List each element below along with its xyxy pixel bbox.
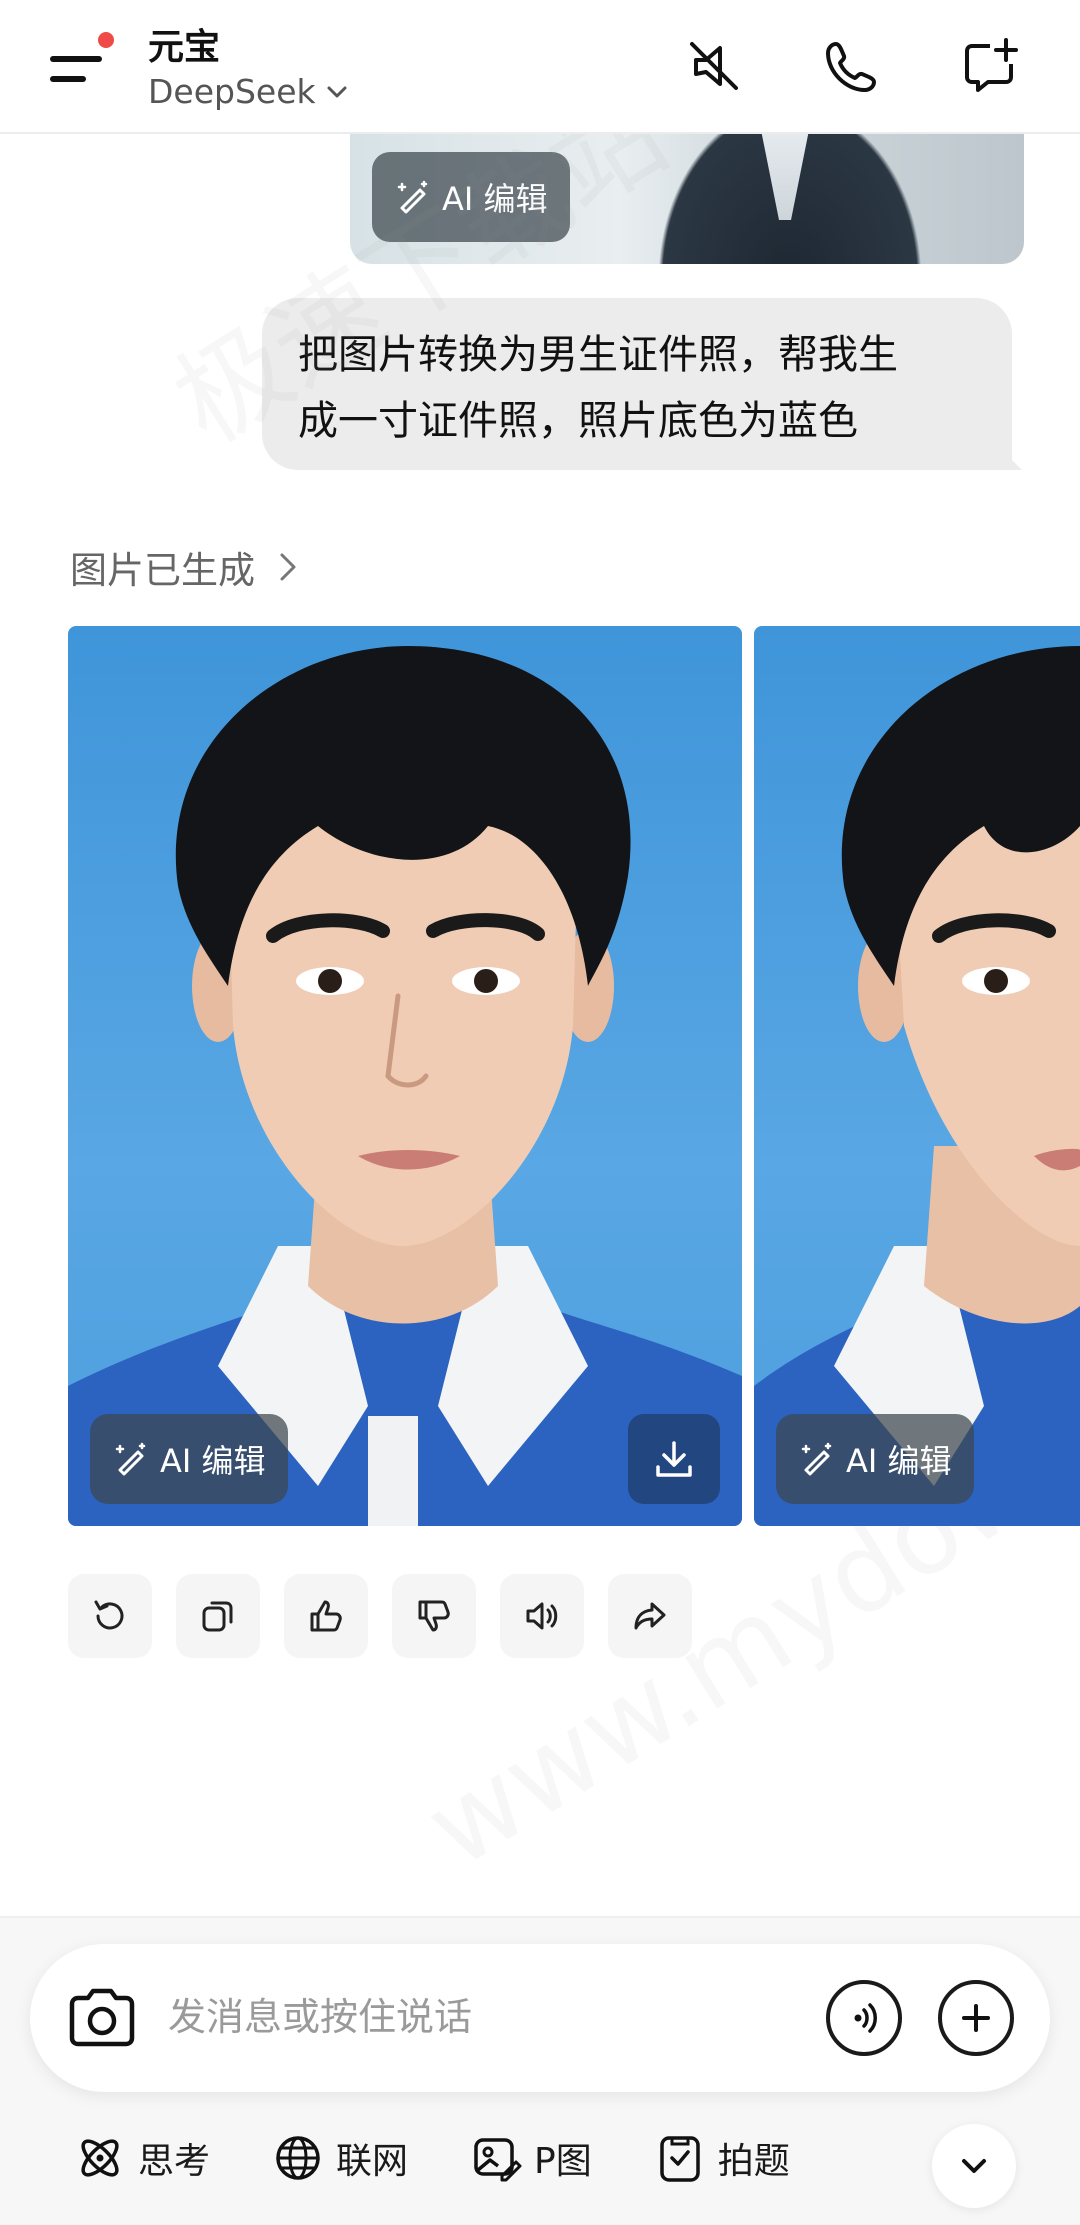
menu-icon[interactable]: [44, 32, 124, 96]
camera-icon[interactable]: [64, 1984, 140, 2054]
message-actions: [68, 1574, 692, 1658]
atom-icon: [81, 2139, 119, 2177]
share-icon[interactable]: [608, 1574, 692, 1658]
p-image-button[interactable]: P图: [468, 2130, 592, 2186]
think-button[interactable]: 思考: [72, 2130, 210, 2186]
thumbs-up-icon[interactable]: [284, 1574, 368, 1658]
add-icon[interactable]: [938, 1980, 1014, 2056]
model-selector[interactable]: DeepSeek: [148, 72, 350, 111]
app-title: 元宝: [148, 27, 221, 68]
message-composer[interactable]: 发消息或按住说话: [30, 1944, 1050, 2092]
photo-question-button[interactable]: 拍题: [652, 2130, 790, 2186]
magic-pen-icon: [397, 180, 428, 214]
ai-edit-label: AI 编辑: [846, 1442, 952, 1480]
magic-pen-icon: [115, 1442, 146, 1476]
photo-question-label: 拍题: [717, 2141, 790, 2182]
user-message-line2: 成一寸证件照，照片底色为蓝色: [298, 398, 858, 444]
generated-id-photo[interactable]: AI 编辑: [68, 626, 742, 1526]
checklist-icon: [660, 2136, 700, 2182]
thumbs-down-icon[interactable]: [392, 1574, 476, 1658]
magic-pen-icon: [801, 1442, 832, 1476]
notification-dot: [98, 32, 114, 48]
image-generated-status[interactable]: 图片已生成: [70, 540, 299, 594]
ai-edit-button[interactable]: AI 编辑: [372, 152, 570, 242]
voice-call-icon[interactable]: [826, 1980, 902, 2056]
new-chat-icon[interactable]: [954, 30, 1026, 102]
chat-screen: 元宝 DeepSeek AI 编辑 把图片转换为男生证件照，帮我生 成一寸证件照…: [0, 0, 1080, 2225]
speaker-icon[interactable]: [500, 1574, 584, 1658]
user-message-line1: 把图片转换为男生证件照，帮我生: [298, 332, 898, 378]
chevron-right-icon: [280, 553, 296, 581]
globe-icon: [276, 2136, 320, 2180]
user-message-bubble[interactable]: 把图片转换为男生证件照，帮我生 成一寸证件照，照片底色为蓝色: [262, 298, 1022, 470]
ai-edit-button[interactable]: AI 编辑: [776, 1414, 974, 1504]
copy-icon[interactable]: [176, 1574, 260, 1658]
top-bar: 元宝 DeepSeek: [0, 0, 1080, 134]
status-label: 图片已生成: [70, 549, 255, 592]
composer-toolbar: 思考 联网 P图 拍题: [72, 2130, 790, 2186]
web-search-button[interactable]: 联网: [270, 2130, 408, 2186]
generated-id-photo[interactable]: AI 编辑: [754, 626, 1080, 1526]
ai-edit-button[interactable]: AI 编辑: [90, 1414, 288, 1504]
refresh-icon[interactable]: [68, 1574, 152, 1658]
chevron-down-icon[interactable]: [932, 2124, 1016, 2208]
download-icon[interactable]: [628, 1414, 720, 1504]
model-name: DeepSeek: [148, 72, 316, 111]
phone-icon[interactable]: [816, 30, 888, 102]
message-input[interactable]: 发消息或按住说话: [168, 1986, 472, 2041]
chevron-down-icon: [327, 86, 347, 97]
p-image-label: P图: [534, 2141, 592, 2182]
mute-icon[interactable]: [678, 30, 750, 102]
image-edit-icon: [474, 2138, 522, 2182]
ai-edit-label: AI 编辑: [442, 180, 548, 218]
web-label: 联网: [336, 2141, 409, 2182]
ai-edit-label: AI 编辑: [160, 1442, 266, 1480]
think-label: 思考: [138, 2141, 211, 2182]
